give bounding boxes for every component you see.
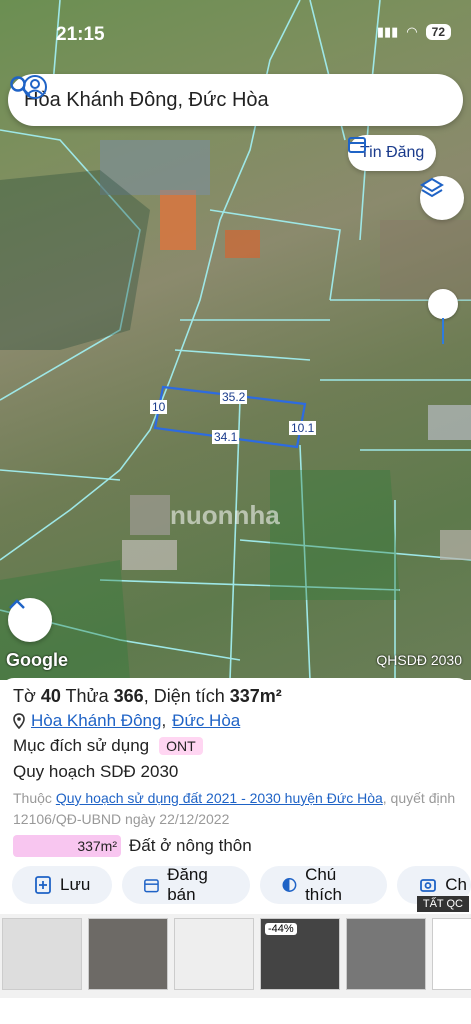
ad-item[interactable]: -44%: [260, 918, 340, 990]
screenshot-icon: [420, 879, 437, 892]
action-bar: Lưu Đăng bán Chú thích Ch: [12, 865, 471, 904]
ad-strip[interactable]: TẤT QC -44%: [0, 896, 471, 998]
dim-top: 35.2: [220, 390, 248, 404]
purpose-code-badge: ONT: [159, 737, 203, 755]
tin-dang-label: Tin Đăng: [360, 144, 425, 161]
post-sale-button[interactable]: Đăng bán: [122, 865, 251, 904]
parcel-title: Tờ 40 Thửa 366, Diện tích 337m²: [13, 686, 282, 706]
ad-item[interactable]: [2, 918, 82, 990]
layers-button[interactable]: [420, 176, 464, 220]
tin-dang-button[interactable]: Tin Đăng: [348, 135, 437, 171]
plan-title: Quy hoạch SDĐ 2030: [13, 762, 179, 781]
layer-label: QHSDĐ 2030: [376, 652, 462, 668]
save-button[interactable]: Lưu: [12, 866, 113, 904]
search-bar[interactable]: Hòa Khánh Đông, Đức Hòa: [8, 74, 463, 126]
opacity-slider-track[interactable]: [442, 318, 444, 344]
search-query[interactable]: Hòa Khánh Đông, Đức Hòa: [24, 89, 463, 112]
close-ads-button[interactable]: TẤT QC: [416, 896, 469, 912]
ad-discount: -44%: [265, 923, 297, 935]
search-icon[interactable]: [8, 74, 32, 98]
parcel-location: Hòa Khánh Đông, Đức Hòa: [13, 711, 240, 731]
layers-icon: [420, 177, 444, 198]
map-view[interactable]: 35.2 10 34.1 10.1 nuonnha 21:15 ▮▮▮ ◠ 72…: [0, 0, 471, 680]
ward-link[interactable]: Hòa Khánh Đông: [31, 711, 161, 731]
wifi-icon: ◠: [406, 24, 418, 39]
ad-item[interactable]: [432, 918, 471, 990]
calendar-icon: [144, 879, 160, 893]
ad-item[interactable]: [88, 918, 168, 990]
district-link[interactable]: Đức Hòa: [172, 711, 240, 731]
area-chip: 337m²: [13, 835, 121, 857]
ad-item[interactable]: [346, 918, 426, 990]
signal-icon: ▮▮▮: [376, 24, 399, 39]
google-logo: Google: [6, 650, 68, 670]
chevron-up-icon: [9, 599, 25, 609]
plan-link[interactable]: Quy hoạch sử dụng đất 2021 - 2030 huyện …: [56, 790, 383, 806]
area-type: Đất ở nông thôn: [129, 836, 252, 855]
plan-description: Thuộc Quy hoạch sử dụng đất 2021 - 2030 …: [13, 790, 456, 827]
location-pin-icon: [13, 713, 25, 729]
calendar-icon: [348, 137, 366, 153]
dim-bottom: 34.1: [212, 430, 240, 444]
watermark: nuonnha: [170, 500, 280, 530]
status-time: 21:15: [56, 24, 105, 45]
land-purpose: Mục đích sử dụng ONT: [13, 736, 203, 756]
ad-item[interactable]: [174, 918, 254, 990]
add-doc-icon: [35, 876, 51, 894]
parcel-info-panel: Tờ 40 Thửa 366, Diện tích 337m² Hòa Khán…: [0, 678, 471, 1024]
legend-button[interactable]: Chú thích: [260, 865, 388, 904]
dim-left: 10: [150, 400, 168, 414]
contrast-icon: [282, 878, 297, 892]
area-legend-row: 337m² Đất ở nông thôn: [13, 835, 252, 857]
dim-right: 10.1: [289, 421, 317, 435]
status-bar: 21:15 ▮▮▮ ◠ 72: [0, 18, 471, 50]
battery-level: 72: [425, 24, 451, 40]
opacity-slider-handle[interactable]: [428, 289, 458, 319]
expand-panel-button[interactable]: [8, 598, 52, 642]
